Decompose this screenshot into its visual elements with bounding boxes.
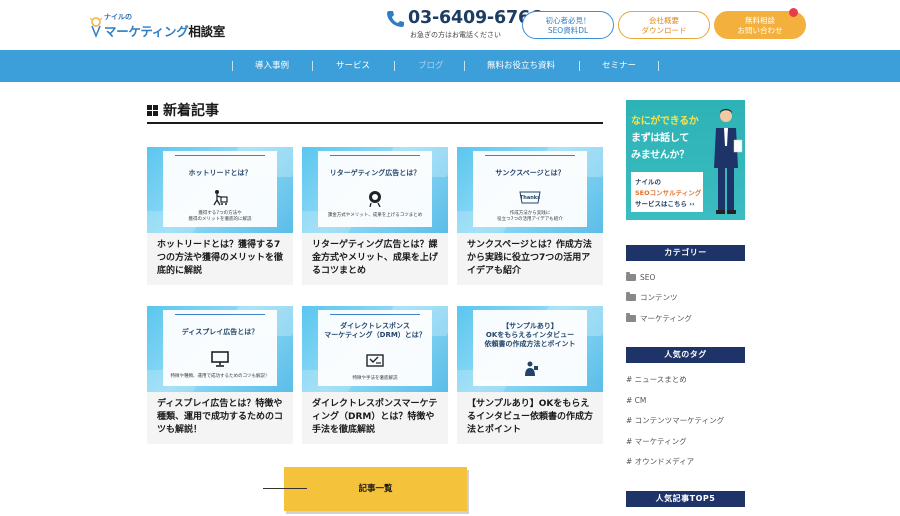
article-title: ホットリードとは？獲得する7つの方法や獲得のメリットを徹底的に解説	[157, 240, 284, 276]
article-thumbnail: リターゲティング広告とは？ 課金方式やメリット、成果を上げるコツまとめ	[302, 147, 448, 233]
article-list-button[interactable]: 記事一覧	[284, 467, 467, 511]
article-title: リターゲティング広告とは？課金方式やメリット、成果を上げるコツまとめ	[312, 240, 438, 276]
article-thumbnail: 【サンプルあり】 OKをもらえるインタビュー 依頼書の作成方法とポイント	[457, 306, 603, 392]
article-card[interactable]: ディスプレイ広告とは？ 特徴や種類、運用で成功するためのコツも解説！ ディスプレ…	[147, 306, 293, 444]
banner-cta-box: ナイルの SEOコンサルティング サービスはこちら ››	[631, 172, 703, 212]
article-title: サンクスページとは？作成方法から実践に役立つ7つの活用アイデアも紹介	[467, 240, 592, 276]
nav-item-blog[interactable]: ブログ	[418, 50, 444, 82]
tag-item[interactable]: # ニュースまとめ	[626, 374, 687, 386]
main-nav: 導入事例 サービス ブログ 無料お役立ち資料 セミナー	[0, 50, 900, 82]
tag-item[interactable]: # コンテンツマーケティング	[626, 415, 724, 427]
tag-item[interactable]: # オウンドメディア	[626, 456, 694, 468]
phone-icon	[387, 11, 404, 27]
site-header: ナイルの マーケティング相談室 03-6409-6766 お急ぎの方はお電話くだ…	[0, 0, 900, 50]
folder-icon	[626, 272, 636, 281]
monitor-icon	[211, 351, 229, 367]
notification-dot	[789, 8, 798, 17]
site-logo[interactable]: ナイルの マーケティング相談室	[88, 12, 225, 40]
nav-item-free-materials[interactable]: 無料お役立ち資料	[487, 50, 555, 82]
folder-icon	[626, 292, 636, 301]
nav-item-seminar[interactable]: セミナー	[602, 50, 636, 82]
nav-separator	[394, 61, 395, 71]
article-thumbnail: サンクスページとは？ Thanks 作成方法から実践に 役立つ7つの活用アイデア…	[457, 147, 603, 233]
svg-text:Thanks: Thanks	[520, 195, 540, 201]
target-person-icon	[369, 191, 381, 207]
popular-tags-heading: 人気のタグ	[626, 347, 745, 363]
cart-person-icon	[213, 190, 228, 206]
interview-person-icon	[525, 361, 538, 376]
tag-item[interactable]: # マーケティング	[626, 436, 687, 448]
article-title: ダイレクトレスポンスマーケティング（DRM）とは？特徴や手法を徹底解説	[312, 399, 438, 435]
thanks-card-icon: Thanks	[519, 191, 541, 204]
phone-note: お急ぎの方はお電話ください	[410, 31, 501, 39]
mail-icon	[366, 354, 384, 367]
nav-separator	[232, 61, 233, 71]
nav-separator	[579, 61, 580, 71]
article-title: 【サンプルあり】OKをもらえるインタビュー依頼書の作成方法とポイント	[467, 399, 594, 435]
article-card[interactable]: サンクスページとは？ Thanks 作成方法から実践に 役立つ7つの活用アイデア…	[457, 147, 603, 285]
seo-download-button[interactable]: 初心者必見！ SEO資料DL	[522, 11, 614, 39]
article-thumbnail: ホットリードとは？ 獲得する7つの方法や 獲得のメリットを徹底的に解説	[147, 147, 293, 233]
nav-separator	[658, 61, 659, 71]
phone-contact[interactable]: 03-6409-6766 お急ぎの方はお電話ください	[386, 8, 542, 42]
article-thumbnail: ディスプレイ広告とは？ 特徴や種類、運用で成功するためのコツも解説！	[147, 306, 293, 392]
section-title: 新着記事	[147, 100, 603, 124]
section-title-text: 新着記事	[163, 103, 219, 119]
logo-main-text: マーケティング相談室	[104, 24, 226, 39]
tag-item[interactable]: # CM	[626, 395, 646, 407]
popular-articles-heading: 人気記事TOP5	[626, 491, 745, 507]
article-card[interactable]: ホットリードとは？ 獲得する7つの方法や 獲得のメリットを徹底的に解説 ホットリ…	[147, 147, 293, 285]
article-title: ディスプレイ広告とは？特徴や種類、運用で成功するためのコツも解説！	[157, 399, 284, 435]
article-card[interactable]: リターゲティング広告とは？ 課金方式やメリット、成果を上げるコツまとめ リターゲ…	[302, 147, 448, 285]
nav-separator	[312, 61, 313, 71]
article-card[interactable]: ダイレクトレスポンス マーケティング（DRM）とは？ 特徴や手法を徹底解説 ダイ…	[302, 306, 448, 444]
nav-separator	[464, 61, 465, 71]
article-card[interactable]: 【サンプルあり】 OKをもらえるインタビュー 依頼書の作成方法とポイント 【サン…	[457, 306, 603, 444]
nav-item-case-studies[interactable]: 導入事例	[255, 50, 289, 82]
businessman-illustration-icon	[714, 109, 743, 214]
folder-icon	[626, 313, 636, 322]
button-decoration-line	[263, 488, 307, 489]
company-profile-download-button[interactable]: 会社概要 ダウンロード	[618, 11, 710, 39]
article-thumbnail: ダイレクトレスポンス マーケティング（DRM）とは？ 特徴や手法を徹底解説	[302, 306, 448, 392]
nav-item-services[interactable]: サービス	[336, 50, 370, 82]
category-heading: カテゴリー	[626, 245, 745, 261]
seo-consulting-banner[interactable]: なにができるか まずは話して みませんか？ ナイルの SEOコンサルティング サ…	[626, 100, 745, 220]
grid-icon	[147, 105, 158, 116]
